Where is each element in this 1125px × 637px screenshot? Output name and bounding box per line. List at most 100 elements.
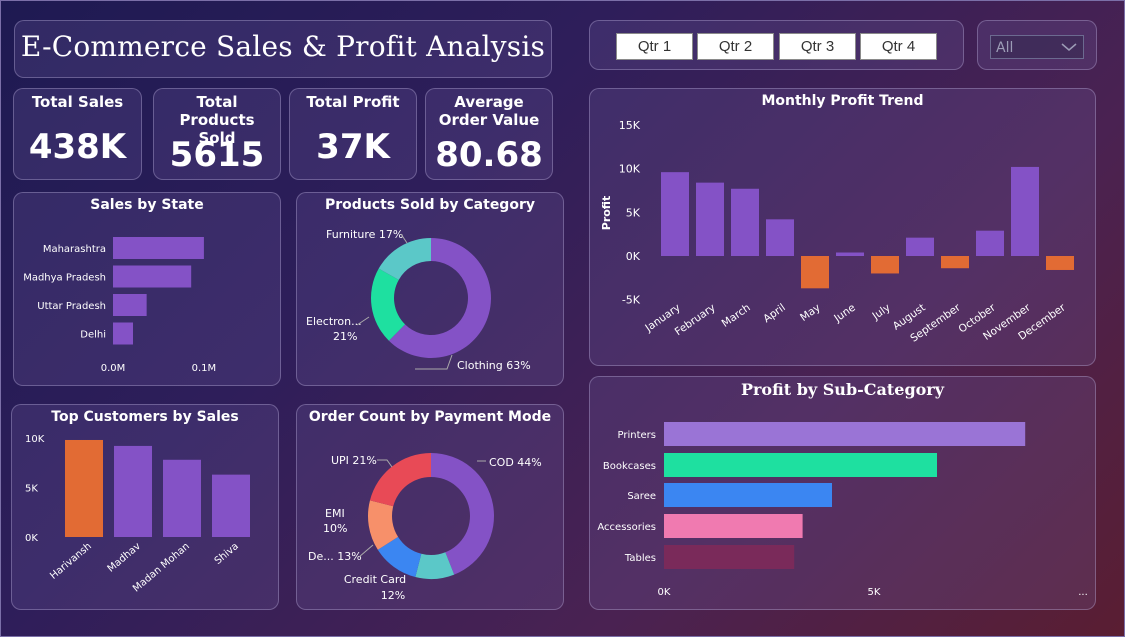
kpi-total-sales: Total Sales 438K bbox=[13, 88, 142, 180]
sales-by-state-chart: Maharashtra Madhya Pradesh Uttar Pradesh De… bbox=[23, 237, 217, 374]
bar bbox=[664, 483, 832, 507]
bar bbox=[113, 265, 192, 288]
dropdown-value: All bbox=[996, 40, 1014, 56]
kpi-total-products-sold: Total Products Sold 5615 bbox=[153, 88, 281, 180]
tick-label: 5K bbox=[868, 587, 881, 598]
bar-label: Shiva bbox=[213, 541, 241, 567]
kpi-label: Average Order Value bbox=[438, 93, 540, 129]
slice-label: Credit Card bbox=[344, 573, 406, 586]
slice-label: De... 13% bbox=[308, 550, 362, 563]
bar-label: Accessories bbox=[597, 522, 656, 533]
slice-label: 21% bbox=[333, 330, 357, 343]
bar bbox=[871, 256, 899, 274]
bar bbox=[1011, 166, 1039, 256]
bar-label: Bookcases bbox=[603, 461, 656, 472]
bar-label: Madhav bbox=[106, 541, 143, 575]
kpi-value: 438K bbox=[28, 127, 127, 167]
bar bbox=[801, 256, 829, 289]
profit-by-subcategory-card: Profit by Sub-Category Printers Bookcases… bbox=[589, 376, 1096, 610]
qtr-1-button[interactable]: Qtr 1 bbox=[616, 33, 693, 60]
leader-line bbox=[377, 459, 393, 468]
bar bbox=[113, 322, 133, 345]
bar bbox=[664, 514, 803, 538]
bar-label: Harivansh bbox=[48, 541, 94, 582]
monthly-profit-card: Monthly Profit Trend 15K 10K 5K 0K -5K Profit… bbox=[589, 88, 1096, 366]
bar bbox=[766, 219, 794, 256]
bar-label: July bbox=[870, 302, 893, 323]
filter-dropdown[interactable]: All bbox=[990, 35, 1084, 59]
slice-label: 12% bbox=[381, 589, 405, 602]
payment-mode-chart: COD 44% De... 13% Credit Card 12% EMI 10% UPI … bbox=[308, 453, 542, 602]
qtr-2-button[interactable]: Qtr 2 bbox=[697, 33, 774, 60]
bar-label: Tables bbox=[624, 553, 656, 564]
kpi-average-order-value: Average Order Value 80.68 bbox=[425, 88, 553, 180]
tick-label: 15K bbox=[619, 119, 641, 132]
bar bbox=[1046, 256, 1074, 270]
slice-label: Electron... bbox=[306, 315, 362, 328]
title-card: E-Commerce Sales & Profit Analysis bbox=[14, 20, 552, 78]
bar-label: Maharashtra bbox=[43, 244, 106, 255]
kpi-value: 5615 bbox=[169, 135, 265, 175]
tick-label: 0.1M bbox=[192, 363, 217, 374]
tick-label: 5K bbox=[25, 484, 38, 495]
bar bbox=[976, 230, 1004, 256]
bar bbox=[163, 459, 201, 537]
bar bbox=[664, 453, 937, 477]
kpi-value: 37K bbox=[316, 127, 390, 167]
bar bbox=[65, 439, 103, 537]
slice-label: UPI 21% bbox=[331, 454, 377, 467]
qtr-3-button[interactable]: Qtr 3 bbox=[779, 33, 856, 60]
bar bbox=[212, 474, 250, 537]
axis-title: Profit bbox=[600, 196, 613, 230]
tick-label: 0K bbox=[658, 587, 671, 598]
slice-label: COD 44% bbox=[489, 456, 542, 469]
bar bbox=[661, 172, 689, 256]
bar bbox=[906, 237, 934, 256]
tick-label: 10K bbox=[25, 434, 45, 445]
payment-mode-card: Order Count by Payment Mode COD 44% De...… bbox=[296, 404, 564, 610]
top-customers-chart: 10K5K0KHarivansh MadhavMadan Mohan Shiva bbox=[25, 434, 250, 594]
products-by-category-chart: Clothing 63% Electron... 21% Furniture 17% bbox=[306, 228, 531, 372]
qtr-4-button[interactable]: Qtr 4 bbox=[860, 33, 937, 60]
products-by-category-card: Products Sold by Category Clothing 63% El… bbox=[296, 192, 564, 386]
chevron-down-icon bbox=[1061, 43, 1077, 51]
slice-label: 10% bbox=[323, 522, 347, 535]
bar-label: March bbox=[720, 302, 753, 330]
bar bbox=[696, 182, 724, 256]
kpi-label: Total Profit bbox=[306, 93, 400, 111]
more-label: ... bbox=[1078, 587, 1088, 598]
bar-label: Uttar Pradesh bbox=[37, 301, 106, 312]
bar-label: Saree bbox=[627, 491, 656, 502]
tick-label: 0.0M bbox=[101, 363, 126, 374]
bar bbox=[941, 256, 969, 269]
bar-label: June bbox=[831, 302, 857, 326]
sales-by-state-card: Sales by State Maharashtra Madhya Pradesh… bbox=[13, 192, 281, 386]
slice-label: EMI bbox=[325, 507, 345, 520]
bar-label: May bbox=[798, 302, 823, 324]
bar-label: April bbox=[761, 302, 788, 326]
dropdown-slicer: All bbox=[977, 20, 1097, 70]
monthly-profit-chart: 15K10K5K0K-5KProfitJanuaryFebruary March A… bbox=[600, 119, 1074, 345]
top-customers-card: Top Customers by Sales 10K 5K 0K Harivansh M… bbox=[11, 404, 279, 610]
quarter-slicer: Qtr 1 Qtr 2 Qtr 3 Qtr 4 bbox=[589, 20, 964, 70]
tick-label: 0K bbox=[25, 533, 38, 544]
tick-label: -5K bbox=[622, 294, 641, 307]
bar bbox=[114, 445, 152, 537]
bar-label: Delhi bbox=[80, 330, 106, 341]
bar bbox=[836, 252, 864, 256]
page-title: E-Commerce Sales & Profit Analysis bbox=[20, 30, 546, 63]
bar bbox=[664, 422, 1026, 446]
donut-slice bbox=[369, 453, 431, 507]
bar bbox=[113, 294, 147, 316]
profit-by-subcategory-chart: Printers Bookcases Saree Accessories Tables 0… bbox=[597, 422, 1088, 598]
slice-label: Furniture 17% bbox=[326, 228, 403, 241]
tick-label: 0K bbox=[626, 250, 641, 263]
kpi-total-profit: Total Profit 37K bbox=[289, 88, 417, 180]
tick-label: 10K bbox=[619, 163, 641, 176]
bar bbox=[113, 237, 204, 259]
kpi-value: 80.68 bbox=[435, 135, 543, 175]
bar bbox=[731, 188, 759, 256]
bar bbox=[664, 545, 795, 569]
bar-label: Madhya Pradesh bbox=[23, 273, 106, 284]
tick-label: 5K bbox=[626, 206, 641, 219]
